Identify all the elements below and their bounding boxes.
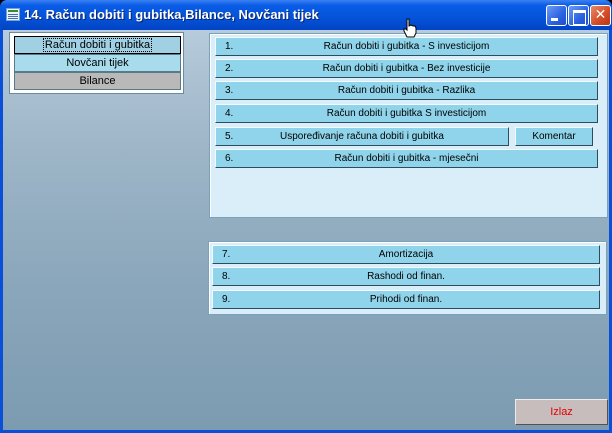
nav-button-racun-dobiti-i-gubitka[interactable]: Račun dobiti i gubitka: [14, 36, 181, 54]
komentar-label: Komentar: [532, 131, 576, 142]
client-area: Račun dobiti i gubitka Novčani tijek Bil…: [0, 30, 612, 433]
komentar-button[interactable]: Komentar: [515, 127, 593, 146]
report-button-8[interactable]: 8. Rashodi od finan.: [212, 267, 600, 286]
report-button-2[interactable]: 2. Račun dobiti i gubitka - Bez investic…: [215, 59, 598, 78]
nav-button-bilance[interactable]: Bilance: [14, 72, 181, 90]
report-label: Amortizacija: [378, 249, 434, 260]
report-panel: 1. Račun dobiti i gubitka - S investicij…: [209, 33, 608, 218]
report-label: Prihodi od finan.: [369, 294, 443, 305]
title-bar[interactable]: 14. Račun dobiti i gubitka,Bilance, Novč…: [0, 0, 612, 30]
report-label: Račun dobiti i gubitka - mjesečni: [334, 153, 479, 164]
app-icon[interactable]: [6, 8, 20, 21]
hand-cursor-icon: [403, 18, 417, 38]
application-window: 14. Račun dobiti i gubitka,Bilance, Novč…: [0, 0, 612, 433]
report-button-9[interactable]: 9. Prihodi od finan.: [212, 290, 600, 309]
exit-button[interactable]: Izlaz: [515, 399, 608, 425]
close-icon: ✕: [594, 7, 607, 23]
close-button[interactable]: ✕: [590, 5, 611, 26]
report-label: Račun dobiti i gubitka - Bez investicije: [322, 63, 491, 74]
nav-button-label: Novčani tijek: [66, 57, 129, 69]
report-button-1[interactable]: 1. Račun dobiti i gubitka - S investicij…: [215, 37, 598, 56]
other-reports-panel: 7. Amortizacija 8. Rashodi od finan. 9. …: [208, 241, 607, 315]
report-button-5[interactable]: 5. Uspoređivanje računa dobiti i gubitka: [215, 127, 509, 146]
minimize-button[interactable]: [546, 5, 567, 26]
report-label: Račun dobiti i gubitka - S investicijom: [323, 41, 490, 52]
report-label: Račun dobiti i gubitka - Razlika: [337, 85, 476, 96]
report-button-3[interactable]: 3. Račun dobiti i gubitka - Razlika: [215, 81, 598, 100]
exit-label: Izlaz: [550, 406, 573, 418]
report-button-7[interactable]: 7. Amortizacija: [212, 245, 600, 264]
nav-button-label: Račun dobiti i gubitka: [42, 38, 153, 52]
category-nav: Račun dobiti i gubitka Novčani tijek Bil…: [9, 32, 184, 94]
report-label: Uspoređivanje računa dobiti i gubitka: [280, 131, 444, 142]
maximize-button[interactable]: [568, 5, 589, 26]
nav-button-novcani-tijek[interactable]: Novčani tijek: [14, 54, 181, 72]
nav-button-label: Bilance: [79, 75, 116, 87]
report-button-4[interactable]: 4. Račun dobiti i gubitka S investicijom: [215, 104, 598, 123]
report-button-6[interactable]: 6. Račun dobiti i gubitka - mjesečni: [215, 149, 598, 168]
report-label: Rashodi od finan.: [367, 271, 445, 282]
window-title: 14. Račun dobiti i gubitka,Bilance, Novč…: [24, 7, 319, 22]
report-label: Račun dobiti i gubitka S investicijom: [326, 108, 487, 119]
